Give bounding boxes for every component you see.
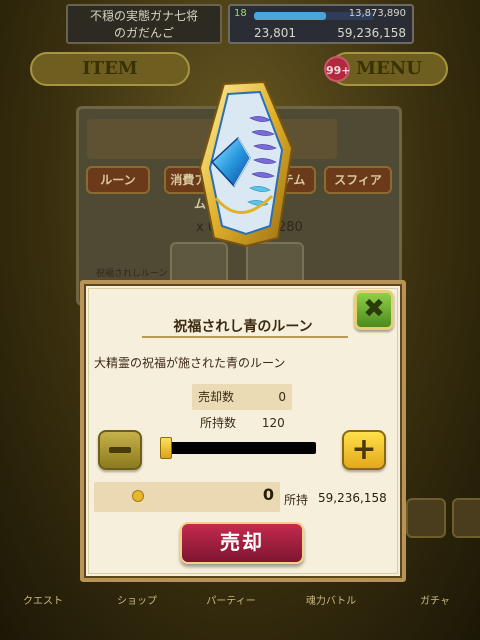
sell-button[interactable]: 売却 (180, 522, 304, 564)
possession-money: 59,236,158 (318, 491, 387, 505)
owned-count-label: 所持数 (200, 416, 237, 430)
nav-gacha[interactable]: ガチャ (400, 592, 470, 626)
notification-badge: 99+ (324, 56, 351, 82)
side-button-right[interactable] (452, 498, 480, 538)
gold-count: 59,236,158 (337, 26, 406, 40)
player-name-line2: のガだんご (113, 26, 174, 40)
sold-count-label: 売却数 (198, 390, 235, 404)
close-button[interactable]: ✖ (354, 290, 394, 330)
sale-amount-field: 0 (94, 482, 280, 512)
tab-sphere[interactable]: スフィア (324, 166, 392, 194)
slider-handle[interactable] (160, 437, 172, 459)
owned-count: 所持数 120 (200, 414, 285, 431)
item-tab-button[interactable]: ITEM (30, 52, 190, 86)
title-divider (142, 336, 348, 338)
blue-rune-illustration (198, 80, 294, 248)
side-button-left[interactable] (406, 498, 446, 538)
owned-count-value: 120 (261, 416, 285, 430)
nav-battle[interactable]: 魂力バトル (296, 592, 366, 626)
player-stats-box: 18 13,873,890 23,801 59,236,158 (228, 4, 414, 44)
increase-button[interactable]: + (342, 430, 386, 470)
possession-label: 所持 (284, 493, 309, 507)
quantity-slider[interactable] (160, 437, 316, 459)
close-icon: ✖ (363, 294, 385, 324)
player-name-box: 不穏の実態ガナ七将 のガだんご (66, 4, 222, 44)
sold-count-box: 売却数 0 (192, 384, 292, 410)
player-level: 18 (234, 8, 247, 19)
sold-count-value: 0 (278, 390, 286, 404)
coin-icon (132, 490, 144, 502)
player-name-line1: 不穏の実態ガナ七将 (89, 9, 198, 23)
exp-value: 13,873,890 (348, 8, 406, 19)
sell-rune-dialog: 祝福されし青のルーン ✖ 大精霊の祝福が施された青のルーン 売却数 0 所持数 … (80, 280, 406, 582)
minus-icon (109, 447, 131, 453)
tab-rune[interactable]: ルーン (86, 166, 150, 194)
nav-shop[interactable]: ショップ (102, 592, 172, 626)
sale-amount-value: 0 (262, 485, 274, 504)
nav-quest[interactable]: クエスト (8, 592, 78, 626)
gem-count: 23,801 (254, 26, 296, 40)
nav-party[interactable]: パーティー (196, 592, 266, 626)
rune-category-label: 祝福されしルーン (96, 269, 168, 279)
decrease-button[interactable] (98, 430, 142, 470)
rune-description: 大精霊の祝福が施された青のルーン (94, 356, 286, 370)
plus-icon: + (351, 432, 377, 467)
